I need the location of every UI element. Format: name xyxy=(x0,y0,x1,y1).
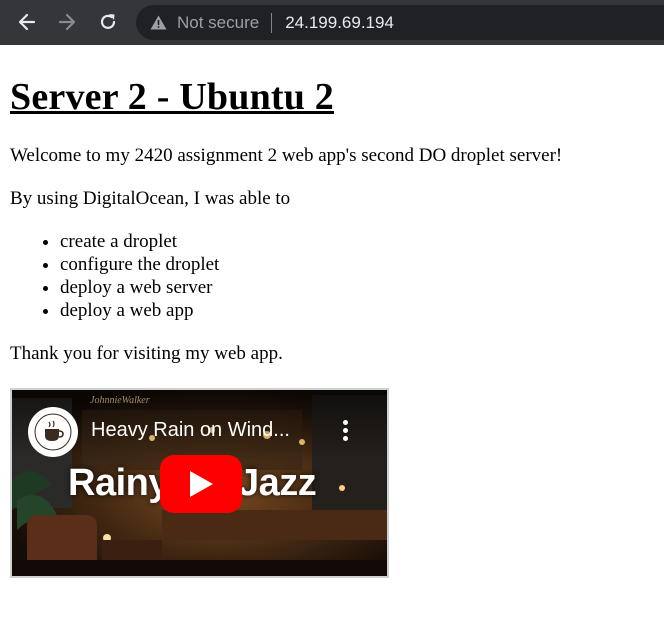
overlay-text-left: Rainy xyxy=(68,462,169,504)
more-options-icon[interactable] xyxy=(341,420,349,444)
security-label[interactable]: Not secure xyxy=(177,13,259,33)
url-text[interactable]: 24.199.69.194 xyxy=(285,13,394,33)
list-item: deploy a web server xyxy=(60,276,650,299)
accomplishments-list: create a droplet configure the droplet d… xyxy=(10,230,650,322)
intro-text: By using DigitalOcean, I was able to xyxy=(10,188,291,209)
reload-button[interactable] xyxy=(94,8,122,36)
coffee-cup-icon xyxy=(34,413,72,451)
address-bar[interactable]: Not secure 24.199.69.194 xyxy=(136,5,664,40)
play-icon xyxy=(190,471,213,497)
thanks-text: Thank you for visiting my web app. xyxy=(10,343,283,364)
list-item: configure the droplet xyxy=(60,253,650,276)
address-divider xyxy=(271,12,273,33)
list-item: deploy a web app xyxy=(60,299,650,322)
reload-icon xyxy=(100,14,116,29)
back-button[interactable] xyxy=(13,8,41,36)
play-button[interactable] xyxy=(160,455,242,513)
brand-text: JohnnieWalker xyxy=(90,395,150,406)
channel-avatar[interactable] xyxy=(28,407,78,457)
overlay-text-right: Jazz xyxy=(238,462,317,504)
welcome-text: Welcome to my 2420 assignment 2 web app'… xyxy=(10,145,563,166)
browser-toolbar: Not secure 24.199.69.194 xyxy=(0,0,664,45)
youtube-embed[interactable]: JohnnieWalker Heavy Rain on Wind... Rain… xyxy=(10,388,389,578)
page-heading: Server 2 - Ubuntu 2 xyxy=(10,76,334,118)
forward-arrow-icon xyxy=(58,13,76,31)
video-title[interactable]: Heavy Rain on Wind... xyxy=(91,419,290,442)
warning-triangle-icon[interactable] xyxy=(150,15,167,30)
list-item: create a droplet xyxy=(60,230,650,253)
back-arrow-icon xyxy=(18,13,36,31)
forward-button[interactable] xyxy=(53,8,81,36)
page-content: Server 2 - Ubuntu 2 Welcome to my 2420 a… xyxy=(10,45,650,365)
